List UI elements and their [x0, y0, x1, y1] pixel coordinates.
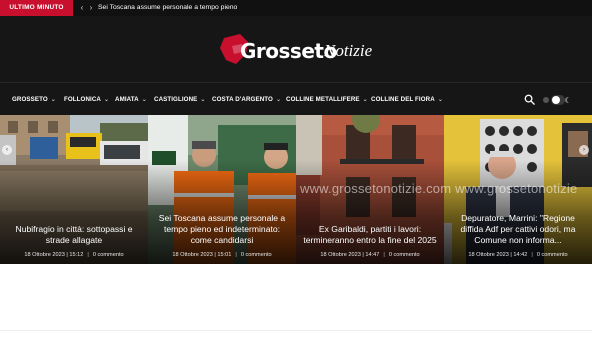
article-title[interactable]: Depuratore, Marrini: "Regione diffida Ad…	[450, 213, 586, 246]
article-comments[interactable]: 0 commento	[241, 252, 272, 258]
article-comments[interactable]: 0 commento	[537, 252, 568, 258]
chevron-down-icon: ⌄	[437, 97, 443, 103]
search-icon[interactable]	[524, 94, 535, 105]
nav-item-colline-del-fiora[interactable]: COLLINE DEL FIORA ⌄	[371, 83, 443, 116]
chevron-down-icon: ⌄	[275, 97, 282, 103]
article-meta: 18 Ottobre 2023 | 14:42 | 0 commento	[468, 252, 568, 258]
divider	[0, 330, 592, 331]
site-logo[interactable]: Grosseto Notizie	[218, 30, 378, 70]
nav-item-costa-d-argento[interactable]: COSTA D'ARGENTO ⌄	[212, 83, 281, 116]
nav-item-castiglione[interactable]: CASTIGLIONE ⌄	[154, 83, 206, 116]
nav-item-colline-metallifere[interactable]: COLLINE METALLIFERE ⌄	[286, 83, 368, 116]
featured-article-card[interactable]: Nubifragio in città: sottopassi e strade…	[0, 115, 148, 264]
image-overlay	[148, 159, 296, 264]
article-date: 18 Ottobre 2023 | 15:01	[172, 252, 232, 258]
breaking-news-ticker: ULTIMO MINUTO ‹ › Sei Toscana assume per…	[0, 0, 592, 16]
article-comments[interactable]: 0 commento	[93, 252, 124, 258]
article-title[interactable]: Nubifragio in città: sottopassi e strade…	[6, 224, 142, 246]
toggle-knob	[552, 96, 560, 104]
slider-prev-arrow-icon[interactable]: ‹	[2, 145, 12, 155]
article-meta: 18 Ottobre 2023 | 15:12 | 0 commento	[24, 252, 124, 258]
nav-item-follonica[interactable]: FOLLONICA ⌄	[64, 83, 109, 116]
article-date: 18 Ottobre 2023 | 14:42	[468, 252, 528, 258]
theme-toggle[interactable]	[543, 95, 573, 105]
nav-item-amiata[interactable]: AMIATA ⌄	[115, 83, 147, 116]
site-header: Grosseto Notizie	[0, 16, 592, 82]
chevron-down-icon: ⌄	[200, 97, 206, 103]
chevron-down-icon: ⌄	[104, 97, 110, 103]
article-meta: 18 Ottobre 2023 | 15:01 | 0 commento	[172, 252, 272, 258]
image-overlay	[444, 159, 592, 264]
logo-text-grosseto: Grosseto	[240, 39, 337, 63]
chevron-left-icon[interactable]: ‹	[78, 0, 86, 16]
article-title[interactable]: Sei Toscana assume personale a tempo pie…	[154, 213, 290, 246]
breaking-news-badge: ULTIMO MINUTO	[0, 0, 73, 16]
slider-next-arrow-icon[interactable]: ›	[579, 145, 589, 155]
chevron-down-icon: ⌄	[50, 97, 56, 103]
article-meta: 18 Ottobre 2023 | 14:47 | 0 commento	[320, 252, 420, 258]
ticker-headline-link[interactable]: Sei Toscana assume personale a tempo pie…	[98, 0, 237, 16]
article-title[interactable]: Ex Garibaldi, partiti i lavori: terminer…	[302, 224, 438, 246]
article-comments[interactable]: 0 commento	[389, 252, 420, 258]
moon-icon	[567, 97, 573, 103]
main-navigation: GROSSETO ⌄ FOLLONICA ⌄ AMIATA ⌄ CASTIGLIONE…	[0, 82, 592, 115]
nav-item-grosseto[interactable]: GROSSETO ⌄	[12, 83, 56, 116]
chevron-down-icon: ⌄	[141, 97, 147, 103]
featured-slider: Nubifragio in città: sottopassi e strade…	[0, 115, 592, 264]
article-date: 18 Ottobre 2023 | 14:47	[320, 252, 380, 258]
featured-article-card[interactable]: Sei Toscana assume personale a tempo pie…	[148, 115, 296, 264]
image-watermark: www.grossetonotizie.com www.grossetonoti…	[300, 181, 578, 196]
page-content-area	[0, 264, 592, 337]
image-overlay	[296, 159, 444, 264]
article-date: 18 Ottobre 2023 | 15:12	[24, 252, 84, 258]
logo-text-notizie: Notizie	[324, 41, 373, 60]
sun-icon	[543, 97, 549, 103]
image-overlay	[0, 159, 148, 264]
chevron-right-icon[interactable]: ›	[87, 0, 95, 16]
chevron-down-icon: ⌄	[362, 97, 368, 103]
